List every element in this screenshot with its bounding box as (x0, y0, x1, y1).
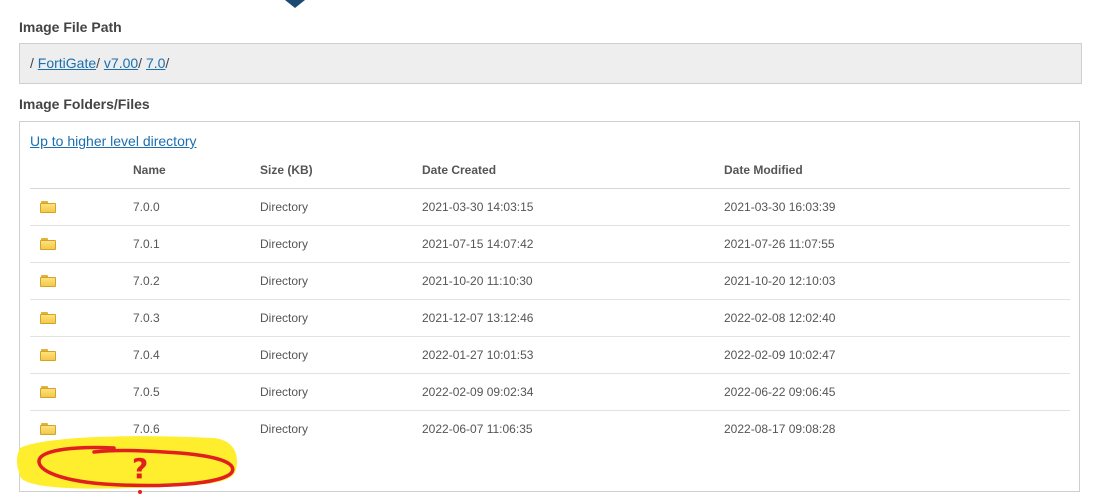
row-name[interactable]: 7.0.4 (133, 336, 260, 374)
up-directory-link[interactable]: Up to higher level directory (30, 133, 197, 149)
breadcrumb-link-v7-00[interactable]: v7.00 (104, 55, 138, 71)
folder-cell (30, 225, 133, 263)
file-table: Name Size (KB) Date Created Date Modifie… (30, 152, 1070, 447)
breadcrumb-link-7-0[interactable]: 7.0 (146, 55, 165, 71)
row-size: Directory (260, 188, 422, 226)
folder-icon[interactable] (40, 201, 56, 213)
annotation-question-mark: ? (132, 452, 148, 485)
row-date-created: 2022-01-27 10:01:53 (422, 336, 724, 374)
row-size: Directory (260, 373, 422, 411)
image-file-path-label: Image File Path (19, 19, 122, 35)
image-folders-files-label: Image Folders/Files (19, 96, 150, 112)
row-date-modified: 2022-02-09 10:02:47 (724, 336, 1070, 374)
row-date-modified: 2021-10-20 12:10:03 (724, 262, 1070, 300)
folder-icon[interactable] (40, 386, 56, 398)
folder-icon[interactable] (40, 275, 56, 287)
table-row[interactable]: 7.0.5 Directory 2022-02-09 09:02:34 2022-06… (30, 373, 1070, 411)
breadcrumb-separator: / (138, 55, 143, 71)
row-size: Directory (260, 299, 422, 337)
row-name[interactable]: 7.0.2 (133, 262, 260, 300)
row-size: Directory (260, 262, 422, 300)
folder-cell (30, 262, 133, 300)
folder-icon[interactable] (40, 312, 56, 324)
row-size: Directory (260, 225, 422, 263)
row-date-modified: 2021-03-30 16:03:39 (724, 188, 1070, 226)
row-date-created: 2022-02-09 09:02:34 (422, 373, 724, 411)
breadcrumb-separator: / (165, 55, 170, 71)
row-date-modified: 2022-08-17 09:08:28 (724, 421, 836, 436)
date-created-column-header[interactable]: Date Created (422, 152, 724, 189)
table-row[interactable]: 7.0.1 Directory 2021-07-15 14:07:42 2021-07… (30, 225, 1070, 263)
folder-icon[interactable] (40, 238, 56, 250)
annotation-highlight: ? (17, 436, 238, 494)
active-tab-pointer (285, 0, 305, 8)
breadcrumb-link-fortigate[interactable]: FortiGate (38, 55, 96, 71)
row-date-created: 2021-07-15 14:07:42 (422, 225, 724, 263)
table-row[interactable]: 7.0.2 Directory 2021-10-20 11:10:30 2021-10… (30, 262, 1070, 300)
table-row[interactable]: 7.0.0 Directory 2021-03-30 14:03:15 2021-03… (30, 188, 1070, 226)
row-name[interactable]: 7.0.0 (133, 188, 260, 226)
icon-column-header (30, 152, 133, 189)
size-column-header[interactable]: Size (KB) (260, 152, 422, 189)
row-size: Directory (260, 421, 309, 436)
row-date-created: 2021-10-20 11:10:30 (422, 262, 724, 300)
row-date-created: 2021-03-30 14:03:15 (422, 188, 724, 226)
row-date-created: 2021-12-07 13:12:46 (422, 299, 724, 337)
folder-cell (30, 373, 133, 411)
row-name[interactable]: 7.0.3 (133, 299, 260, 337)
row-date-modified: 2022-06-22 09:06:45 (724, 373, 1070, 411)
row-size: Directory (260, 336, 422, 374)
row-name[interactable]: 7.0.1 (133, 225, 260, 263)
name-column-header[interactable]: Name (133, 152, 260, 189)
row-date-created: 2022-06-07 11:06:35 (422, 421, 533, 436)
annotation-dot (138, 490, 142, 494)
folder-icon[interactable] (40, 349, 56, 361)
row-date-modified: 2021-07-26 11:07:55 (724, 225, 1070, 263)
folder-cell (30, 299, 133, 337)
table-header-row: Name Size (KB) Date Created Date Modifie… (30, 152, 1070, 189)
table-row[interactable]: 7.0.3 Directory 2021-12-07 13:12:46 2022-02… (30, 299, 1070, 337)
breadcrumb-root-separator: / (30, 55, 34, 71)
date-modified-column-header[interactable]: Date Modified (724, 152, 1070, 189)
table-row[interactable]: 7.0.4 Directory 2022-01-27 10:01:53 2022-02… (30, 336, 1070, 374)
breadcrumb: / FortiGate/ v7.00/ 7.0/ (19, 43, 1082, 84)
folder-cell (30, 188, 133, 226)
folder-cell (30, 336, 133, 374)
row-date-modified: 2022-02-08 12:02:40 (724, 299, 1070, 337)
breadcrumb-separator: / (96, 55, 101, 71)
row-name[interactable]: 7.0.5 (133, 373, 260, 411)
